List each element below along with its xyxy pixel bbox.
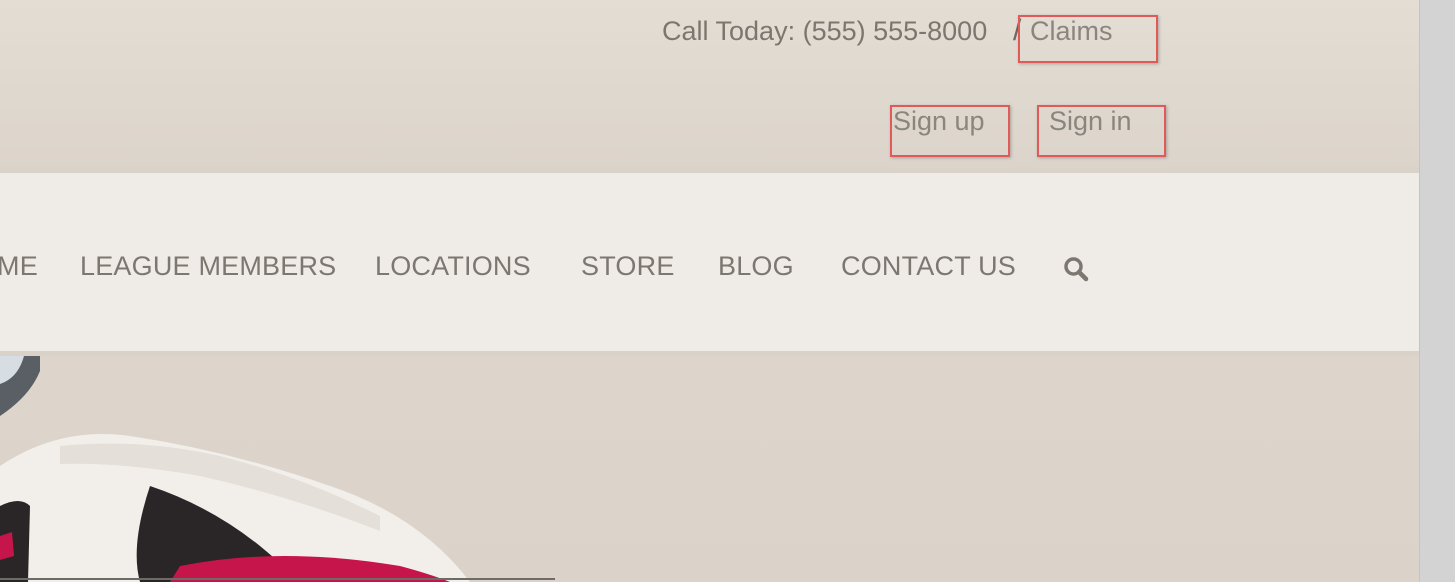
nav-item-contact-us[interactable]: CONTACT US [841,251,1016,282]
nav-item-home[interactable]: ME [0,251,38,282]
nav-item-store[interactable]: STORE [581,251,675,282]
hero-athlete-image [0,356,555,582]
main-nav: ME LEAGUE MEMBERS LOCATIONS STORE BLOG C… [0,168,1419,356]
nav-item-league-members[interactable]: LEAGUE MEMBERS [80,251,336,282]
page: Call Today: (555) 555-8000 / Claims Sign… [0,0,1419,582]
nav-item-blog[interactable]: BLOG [718,251,794,282]
search-icon[interactable] [1063,256,1089,282]
nav-item-locations[interactable]: LOCATIONS [375,251,531,282]
claims-highlight-box [1018,15,1158,63]
sign-up-highlight-box [890,105,1010,157]
phone-number: Call Today: (555) 555-8000 [662,16,988,46]
page-scrollbar[interactable] [1419,0,1455,582]
sign-in-highlight-box [1037,105,1166,157]
